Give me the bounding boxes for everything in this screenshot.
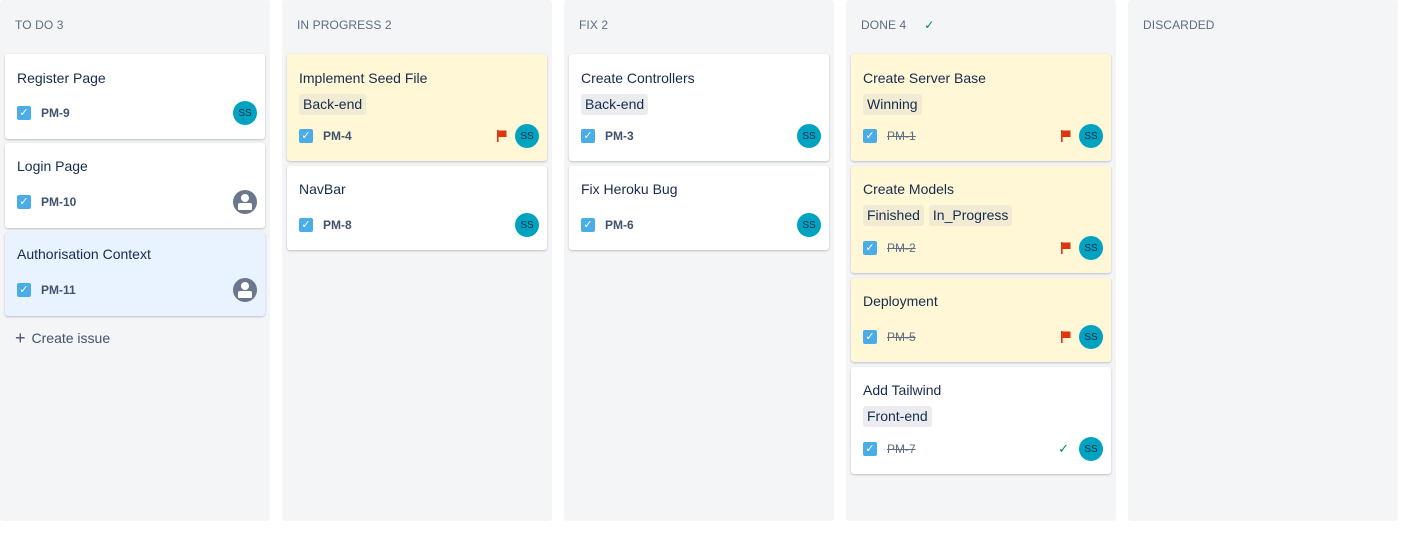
column-discarded: DISCARDED xyxy=(1128,0,1398,521)
column-header-discarded[interactable]: DISCARDED xyxy=(1143,17,1215,33)
issue-card-pm-3[interactable]: Create Controllers Back-end ✓ PM-3 SS xyxy=(569,54,829,161)
issue-key[interactable]: PM-6 xyxy=(605,218,634,232)
label-chip: Finished xyxy=(863,205,924,226)
issue-key[interactable]: PM-4 xyxy=(323,129,352,143)
flag-icon xyxy=(1061,130,1073,142)
column-in-progress: IN PROGRESS 2 Implement Seed File Back-e… xyxy=(282,0,552,521)
issue-card-pm-5[interactable]: Deployment ✓ PM-5 SS xyxy=(851,278,1111,362)
card-footer: ✓ PM-7 ✓ SS xyxy=(863,437,1103,461)
card-title: Login Page xyxy=(17,158,88,174)
card-title: Fix Heroku Bug xyxy=(581,181,678,197)
card-footer: ✓ PM-1 SS xyxy=(863,124,1103,148)
card-footer: ✓ PM-11 xyxy=(17,278,257,302)
create-issue-button[interactable]: + Create issue xyxy=(15,328,111,348)
card-footer: ✓ PM-2 SS xyxy=(863,236,1103,260)
card-title: Authorisation Context xyxy=(17,246,151,262)
card-footer: ✓ PM-10 xyxy=(17,190,257,214)
card-title: Implement Seed File xyxy=(299,70,428,86)
checkbox-icon: ✓ xyxy=(863,330,877,344)
checkbox-icon: ✓ xyxy=(581,218,595,232)
column-header-label: DONE 4 xyxy=(861,18,907,32)
issue-key[interactable]: PM-7 xyxy=(887,442,916,456)
create-issue-label: Create issue xyxy=(31,330,111,346)
person-icon[interactable] xyxy=(233,190,257,214)
label-chip: Winning xyxy=(863,94,922,115)
issue-key[interactable]: PM-9 xyxy=(41,106,70,120)
issue-card-pm-11[interactable]: Authorisation Context ✓ PM-11 xyxy=(5,232,265,316)
checkbox-icon: ✓ xyxy=(863,241,877,255)
flag-icon xyxy=(497,130,509,142)
card-footer: ✓ PM-5 SS xyxy=(863,325,1103,349)
checkbox-icon: ✓ xyxy=(17,106,31,120)
column-fix: FIX 2 Create Controllers Back-end ✓ PM-3… xyxy=(564,0,834,521)
plus-icon: + xyxy=(15,328,26,348)
column-header-done[interactable]: DONE 4 ✓ xyxy=(861,17,934,33)
card-footer: ✓ PM-4 SS xyxy=(299,124,539,148)
column-done: DONE 4 ✓ Create Server Base Winning ✓ PM… xyxy=(846,0,1116,521)
issue-card-pm-10[interactable]: Login Page ✓ PM-10 xyxy=(5,143,265,228)
card-title: Register Page xyxy=(17,70,106,86)
person-icon[interactable] xyxy=(233,278,257,302)
column-todo: TO DO 3 Register Page ✓ PM-9 SS Login Pa… xyxy=(0,0,270,521)
column-header-fix[interactable]: FIX 2 xyxy=(579,17,608,33)
column-header-in-progress[interactable]: IN PROGRESS 2 xyxy=(297,17,392,33)
label-chip: Front-end xyxy=(863,406,932,427)
card-title: Add Tailwind xyxy=(863,382,942,398)
checkbox-icon: ✓ xyxy=(17,195,31,209)
issue-card-pm-9[interactable]: Register Page ✓ PM-9 SS xyxy=(5,54,265,139)
avatar[interactable]: SS xyxy=(515,124,539,148)
issue-key[interactable]: PM-8 xyxy=(323,218,352,232)
issue-key[interactable]: PM-1 xyxy=(887,129,916,143)
card-footer: ✓ PM-9 SS xyxy=(17,101,257,125)
checkbox-icon: ✓ xyxy=(863,442,877,456)
avatar[interactable]: SS xyxy=(1079,325,1103,349)
label-chip: In_Progress xyxy=(928,205,1013,226)
check-icon: ✓ xyxy=(924,18,935,32)
issue-card-pm-2[interactable]: Create Models Finished In_Progress ✓ PM-… xyxy=(851,166,1111,273)
card-title: NavBar xyxy=(299,181,346,197)
checkbox-icon: ✓ xyxy=(863,129,877,143)
card-title: Create Server Base xyxy=(863,70,986,86)
avatar[interactable]: SS xyxy=(1079,236,1103,260)
issue-card-pm-7[interactable]: Add Tailwind Front-end ✓ PM-7 ✓ SS xyxy=(851,367,1111,474)
card-footer: ✓ PM-3 SS xyxy=(581,124,821,148)
card-title: Create Models xyxy=(863,181,955,197)
check-icon: ✓ xyxy=(1058,441,1069,456)
card-footer: ✓ PM-6 SS xyxy=(581,213,821,237)
flag-icon xyxy=(1061,242,1073,254)
kanban-board: TO DO 3 Register Page ✓ PM-9 SS Login Pa… xyxy=(0,0,1406,556)
avatar[interactable]: SS xyxy=(797,124,821,148)
avatar[interactable]: SS xyxy=(1079,437,1103,461)
issue-key[interactable]: PM-3 xyxy=(605,129,634,143)
column-header-todo[interactable]: TO DO 3 xyxy=(15,17,64,33)
flag-icon xyxy=(1061,331,1073,343)
avatar[interactable]: SS xyxy=(515,213,539,237)
label-chip: Back-end xyxy=(581,94,649,115)
issue-card-pm-4[interactable]: Implement Seed File Back-end ✓ PM-4 SS xyxy=(287,54,547,161)
issue-card-pm-6[interactable]: Fix Heroku Bug ✓ PM-6 SS xyxy=(569,166,829,250)
issue-card-pm-8[interactable]: NavBar ✓ PM-8 SS xyxy=(287,166,547,250)
card-title: Deployment xyxy=(863,293,938,309)
checkbox-icon: ✓ xyxy=(17,283,31,297)
card-labels: Winning xyxy=(863,94,922,115)
checkbox-icon: ✓ xyxy=(299,129,313,143)
card-title: Create Controllers xyxy=(581,70,695,86)
card-labels: Back-end xyxy=(581,94,649,115)
card-labels: Finished In_Progress xyxy=(863,205,1013,226)
card-footer: ✓ PM-8 SS xyxy=(299,213,539,237)
checkbox-icon: ✓ xyxy=(581,129,595,143)
card-labels: Front-end xyxy=(863,406,932,427)
checkbox-icon: ✓ xyxy=(299,218,313,232)
avatar[interactable]: SS xyxy=(1079,124,1103,148)
avatar[interactable]: SS xyxy=(797,213,821,237)
issue-card-pm-1[interactable]: Create Server Base Winning ✓ PM-1 SS xyxy=(851,54,1111,161)
issue-key[interactable]: PM-5 xyxy=(887,330,916,344)
label-chip: Back-end xyxy=(299,94,367,115)
issue-key[interactable]: PM-11 xyxy=(41,283,76,297)
card-labels: Back-end xyxy=(299,94,367,115)
avatar[interactable]: SS xyxy=(233,101,257,125)
issue-key[interactable]: PM-2 xyxy=(887,241,916,255)
issue-key[interactable]: PM-10 xyxy=(41,195,76,209)
